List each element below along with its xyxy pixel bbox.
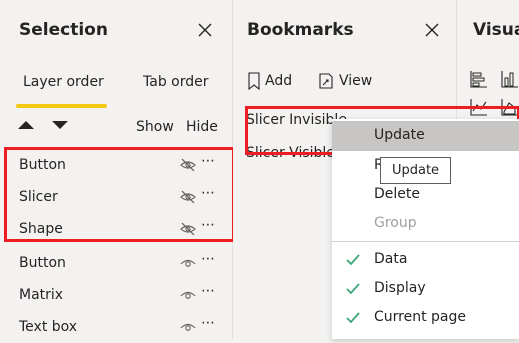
column-chart-icon[interactable]	[501, 70, 519, 88]
check-icon	[346, 254, 360, 266]
layer-label: Matrix	[19, 287, 64, 303]
view-bookmark-button[interactable]: View	[317, 72, 372, 90]
hide-column-label: Hide	[186, 119, 218, 135]
layer-row[interactable]: Matrix ⋯	[0, 279, 232, 311]
bookmark-context-menu: Update R Delete Group Data Display Curre…	[332, 119, 519, 339]
menu-separator	[332, 241, 519, 242]
layer-row[interactable]: Button ⋯	[0, 247, 232, 279]
bookmark-add-icon	[248, 72, 260, 90]
add-bookmark-label: Add	[265, 73, 293, 89]
eye-icon[interactable]	[180, 256, 196, 270]
active-tab-indicator	[16, 104, 107, 108]
move-up-icon[interactable]	[18, 121, 34, 129]
eye-icon[interactable]	[180, 288, 196, 302]
close-icon[interactable]	[197, 22, 213, 38]
view-bookmark-label: View	[339, 73, 373, 89]
menu-item-group: Group	[374, 215, 417, 231]
bookmarks-title: Bookmarks	[247, 20, 354, 40]
layer-row[interactable]: Text box ⋯	[0, 311, 232, 343]
selection-title: Selection	[19, 20, 108, 40]
menu-item-delete[interactable]: Delete	[374, 186, 420, 202]
show-column-label: Show	[136, 119, 174, 135]
menu-item-update[interactable]: Update	[374, 127, 425, 143]
menu-item-current-page[interactable]: Current page	[374, 309, 466, 325]
more-options-icon[interactable]: ⋯	[201, 315, 216, 331]
layer-label: Text box	[19, 319, 78, 335]
tab-tab-order[interactable]: Tab order	[143, 74, 208, 90]
view-icon	[319, 73, 333, 89]
more-options-icon[interactable]: ⋯	[201, 283, 216, 299]
layer-label: Button	[19, 255, 66, 271]
visualizations-title: Visua	[473, 20, 519, 40]
menu-item-display[interactable]: Display	[374, 280, 426, 296]
check-icon	[346, 312, 360, 324]
menu-item-data[interactable]: Data	[374, 251, 407, 267]
add-bookmark-button[interactable]: Add	[247, 72, 292, 90]
menu-item-hover	[332, 121, 519, 151]
highlight-box-hidden-layers	[4, 147, 235, 242]
close-icon[interactable]	[424, 22, 440, 38]
move-down-icon[interactable]	[52, 121, 68, 129]
tooltip: Update	[380, 157, 451, 184]
more-options-icon[interactable]: ⋯	[201, 251, 216, 267]
eye-icon[interactable]	[180, 320, 196, 334]
check-icon	[346, 283, 360, 295]
stacked-bar-chart-icon[interactable]	[470, 70, 488, 88]
tab-layer-order[interactable]: Layer order	[23, 74, 104, 90]
